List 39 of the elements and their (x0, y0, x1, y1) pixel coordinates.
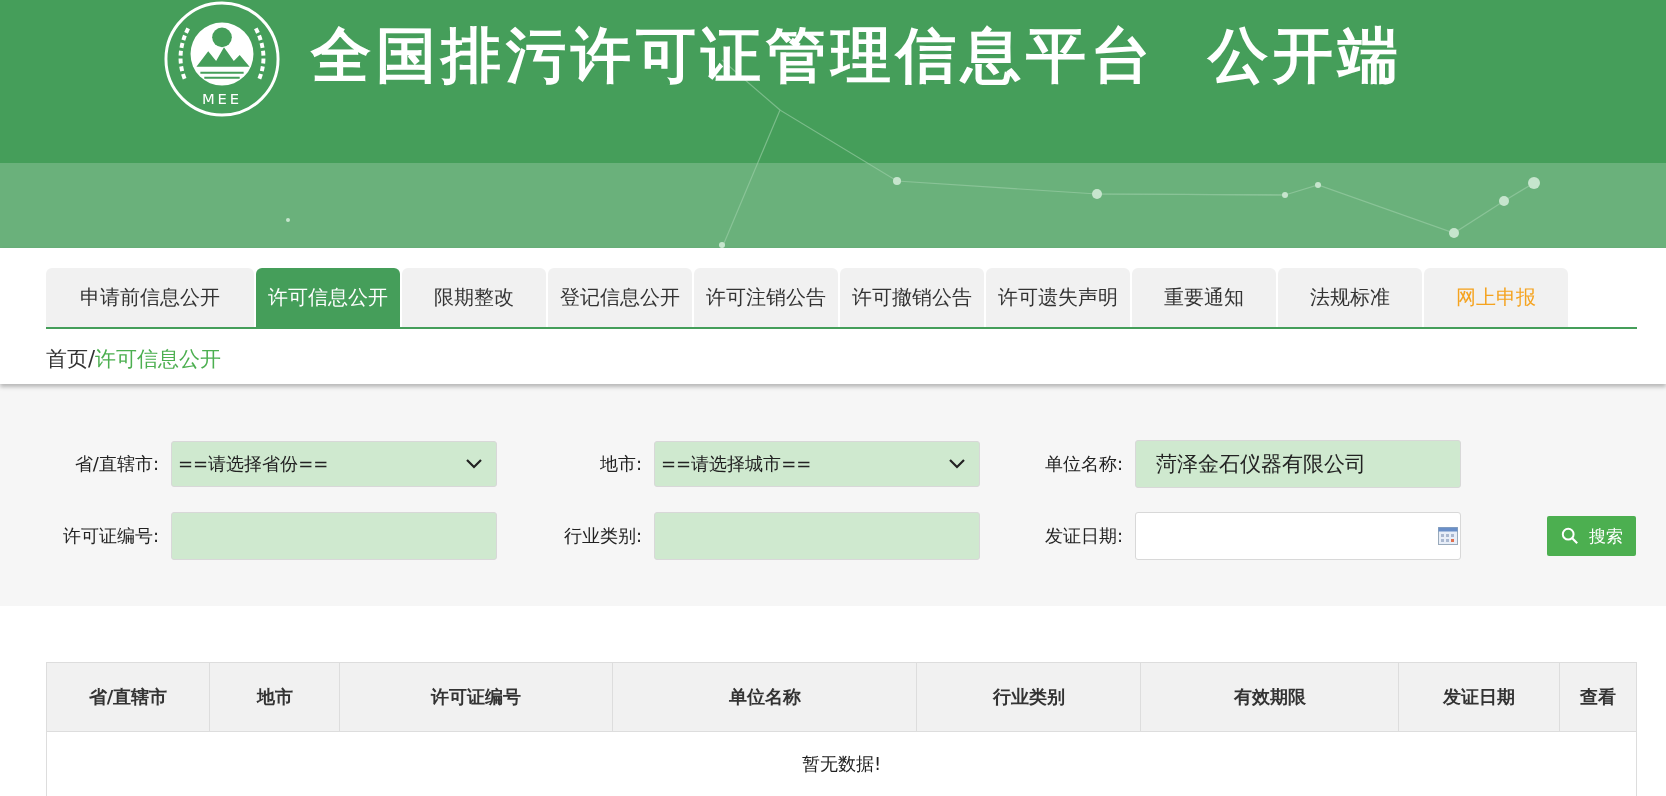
field-label: 省/直辖市: (73, 452, 160, 476)
chevron-down-icon (466, 459, 482, 469)
date-field[interactable] (1135, 512, 1461, 560)
column-header: 单位名称 (612, 662, 917, 732)
nav-tab[interactable]: 许可撤销公告 (840, 268, 984, 327)
select-field[interactable]: ==请选择省份== (171, 441, 497, 487)
column-header: 地市 (209, 662, 340, 732)
column-header: 行业类别 (916, 662, 1141, 732)
nav-tab[interactable]: 许可遗失声明 (986, 268, 1130, 327)
text-field[interactable] (171, 512, 497, 560)
chevron-down-icon (949, 459, 965, 469)
search-icon (1560, 527, 1579, 545)
column-header: 查看 (1559, 662, 1637, 732)
nav-tab[interactable]: 申请前信息公开 (46, 268, 254, 327)
column-header: 省/直辖市 (46, 662, 210, 732)
column-header: 有效期限 (1140, 662, 1399, 732)
field-label: 地市: (598, 452, 643, 476)
nav-tab[interactable]: 限期整改 (402, 268, 546, 327)
breadcrumb-home-link[interactable]: 首页 (46, 347, 88, 371)
emblem-logo: MEE (163, 0, 281, 118)
breadcrumb-current: 许可信息公开 (95, 347, 222, 371)
calendar-icon[interactable] (1438, 527, 1458, 545)
breadcrumb-separator: / (88, 347, 96, 371)
field-label: 许可证编号: (61, 524, 160, 548)
text-field[interactable]: 菏泽金石仪器有限公司 (1135, 440, 1461, 488)
column-header: 许可证编号 (339, 662, 613, 732)
nav-tab[interactable]: 法规标准 (1278, 268, 1422, 327)
column-header: 发证日期 (1398, 662, 1560, 732)
field-label: 行业类别: (562, 524, 643, 548)
nav-tab[interactable]: 登记信息公开 (548, 268, 692, 327)
field-label: 单位名称: (1043, 452, 1124, 476)
select-field[interactable]: ==请选择城市== (654, 441, 980, 487)
nav-tab[interactable]: 许可注销公告 (694, 268, 838, 327)
field-label: 发证日期: (1043, 524, 1124, 548)
empty-message: 暂无数据! (46, 731, 1637, 796)
dot-icon (286, 218, 290, 222)
nav-tab[interactable]: 重要通知 (1132, 268, 1276, 327)
text-field[interactable] (654, 512, 980, 560)
site-title: 全国排污许可证管理信息平台 公开端 (311, 19, 1403, 92)
